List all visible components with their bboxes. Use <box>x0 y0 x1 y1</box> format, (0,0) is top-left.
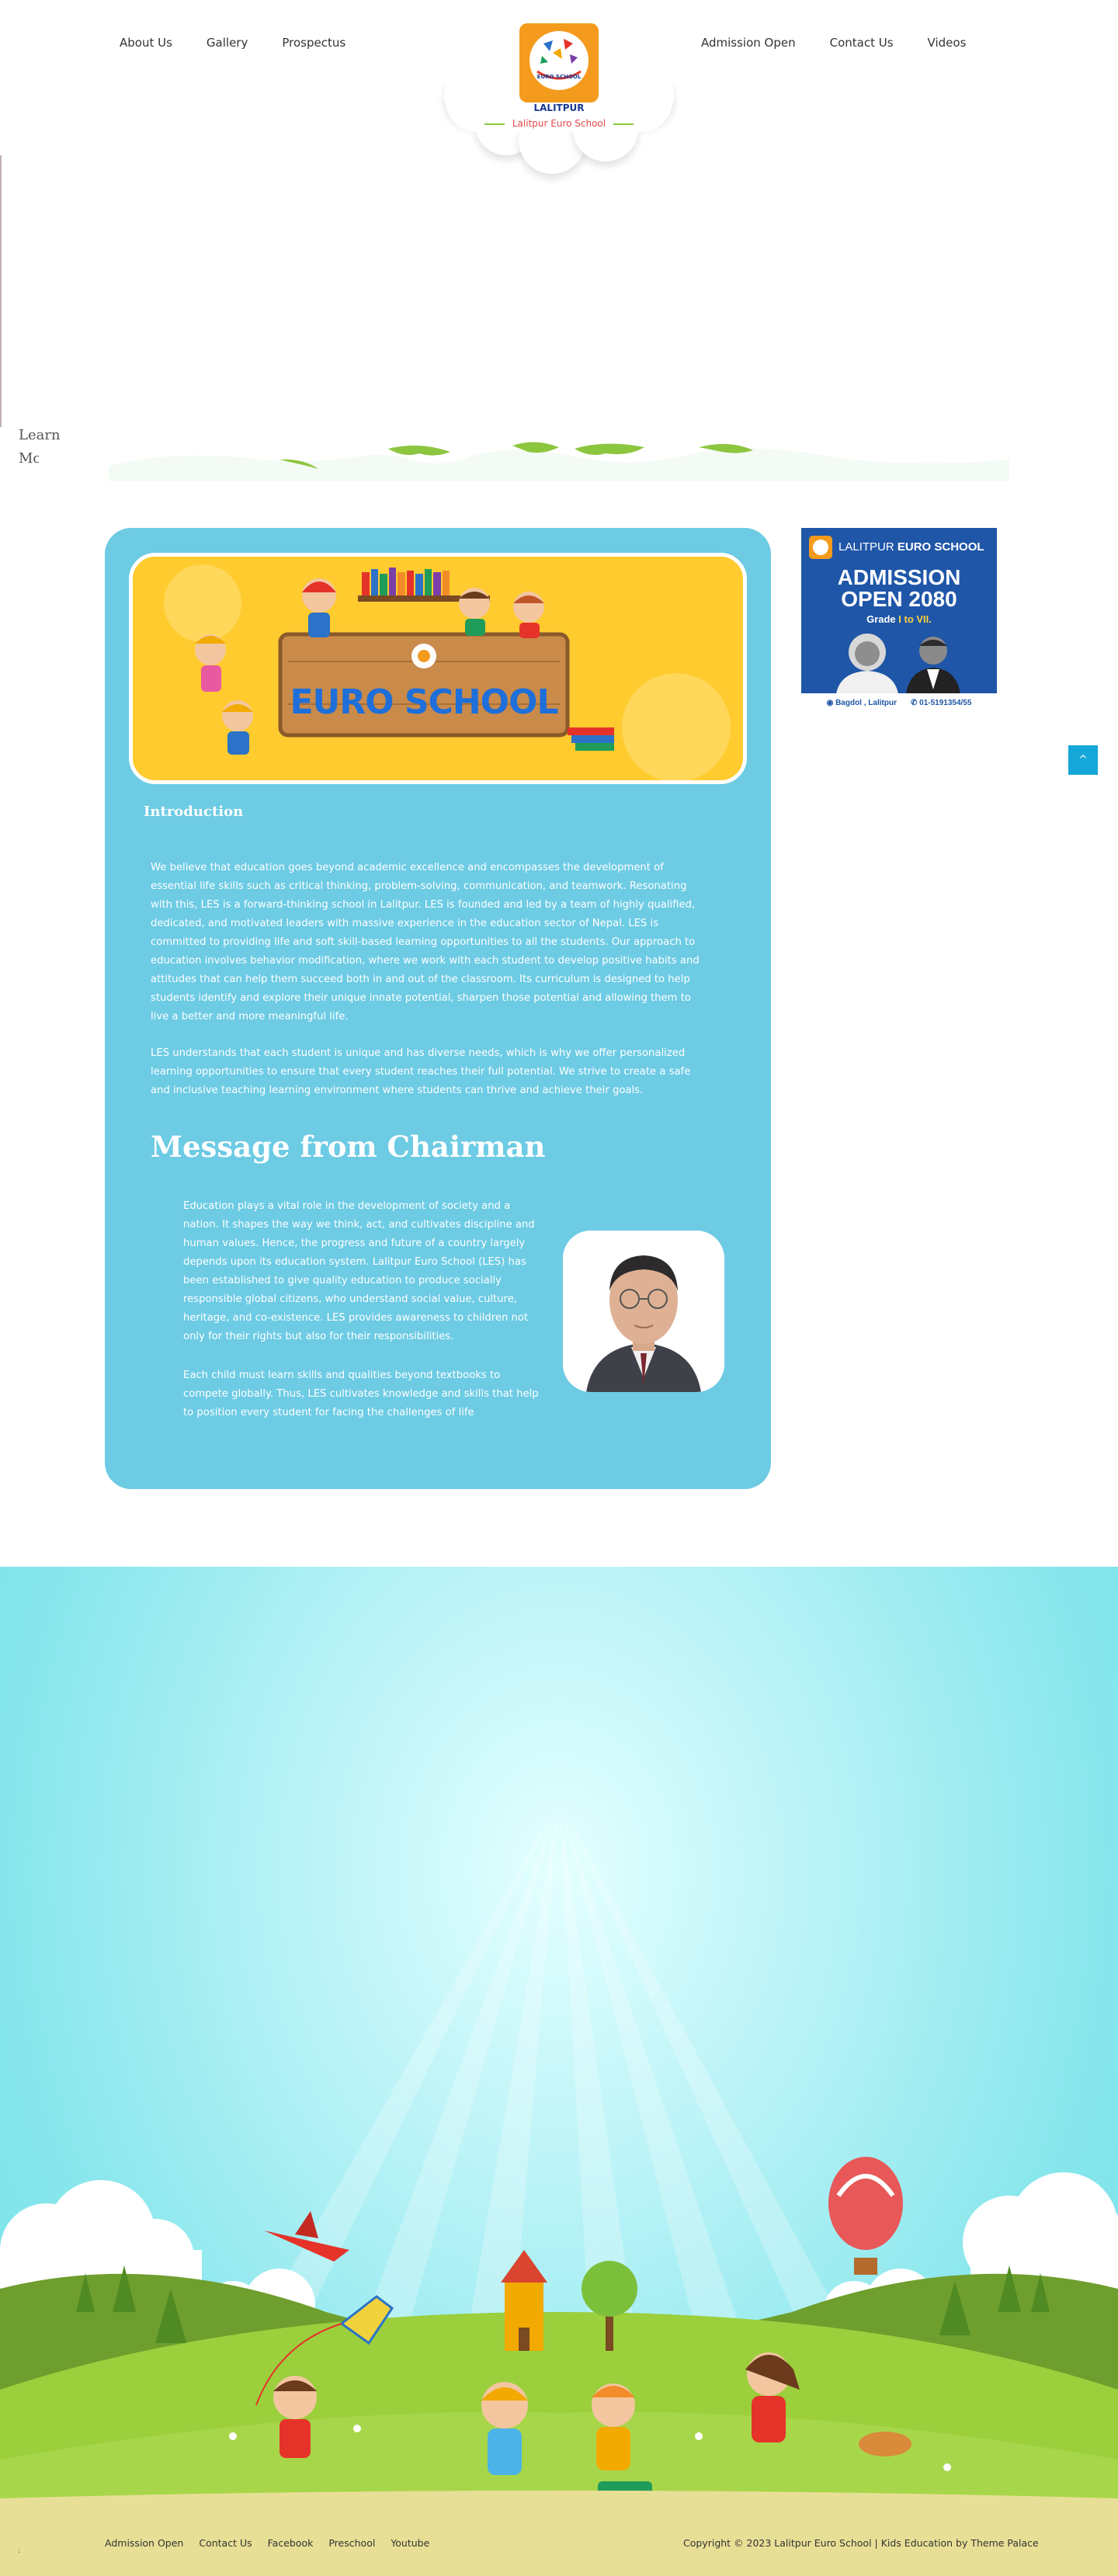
ad-grade-prefix: Grade <box>866 613 896 625</box>
ad-phone: ✆ 01-5191354/55 <box>911 699 971 707</box>
nav-gallery[interactable]: Gallery <box>207 36 248 50</box>
hero-slider-edge <box>0 155 2 427</box>
footer-link-facebook[interactable]: Facebook <box>268 2537 314 2549</box>
ad-title-line2: OPEN 2080 <box>841 587 957 611</box>
tagline-dash-right <box>613 123 634 125</box>
logo-emblem: EURO SCHOOL <box>529 31 589 90</box>
ad-students-photo <box>836 634 960 694</box>
nav-admission-open[interactable]: Admission Open <box>701 36 796 50</box>
ad-location-text: Bagdol , Lalitpur <box>835 698 897 707</box>
ad-contact-bar: ◉ Bagdol , Lalitpur ✆ 01-5191354/55 <box>801 693 997 712</box>
site-header: About Us Gallery Prospectus EURO SCHOOL <box>0 0 1118 186</box>
ad-title: ADMISSION OPEN 2080 <box>801 567 997 610</box>
logo-tagline: Lalitpur Euro School <box>435 118 683 129</box>
logo-badge-text: EURO SCHOOL <box>536 74 582 80</box>
nav-videos[interactable]: Videos <box>928 36 967 50</box>
location-pin-icon: ◉ <box>826 698 834 707</box>
footer-illustration <box>0 1567 1118 2576</box>
footer-link-preschool[interactable]: Preschool <box>328 2537 375 2549</box>
primary-nav-right: Admission Open Contact Us Videos <box>701 36 966 50</box>
logo-cloud: EURO SCHOOL LALITPUR Lalitpur Euro Schoo… <box>435 0 683 182</box>
euro-school-banner: EURO SCHOOL <box>129 553 747 784</box>
ad-grade: Grade I to VII. <box>801 613 997 625</box>
phone-icon: ✆ <box>910 698 918 707</box>
kids-playground-scene <box>0 1800 1118 2576</box>
admission-ad[interactable]: LALITPUR EURO SCHOOL ADMISSION OPEN 2080… <box>801 528 997 712</box>
ad-brand-bold: EURO SCHOOL <box>897 540 984 554</box>
school-logo[interactable]: EURO SCHOOL <box>519 23 599 102</box>
ad-logo-icon <box>809 536 832 559</box>
chairman-photo <box>563 1231 724 1392</box>
banner-illustration <box>133 557 743 780</box>
banner-title: EURO SCHOOL <box>290 682 558 722</box>
hero-caption-line2: Mo <box>19 450 39 467</box>
footer-link-admission-open[interactable]: Admission Open <box>105 2537 183 2549</box>
logo-shapes-icon <box>536 39 582 80</box>
tagline-dash-left <box>484 123 505 125</box>
logo-name: LALITPUR <box>533 102 585 113</box>
introduction-paragraph-2: LES understands that each student is uni… <box>151 1047 691 1096</box>
ad-brand-light: LALITPUR <box>838 540 894 554</box>
introduction-paragraph-1: We believe that education goes beyond ac… <box>151 862 700 1022</box>
about-card: EURO SCHOOL Introduction We believe that… <box>105 528 771 1489</box>
introduction-heading: Introduction <box>144 804 244 820</box>
footer-link-youtube[interactable]: Youtube <box>391 2537 429 2549</box>
chairman-paragraph-2: Each child must learn skills and qualiti… <box>183 1370 539 1418</box>
copyright-text: Copyright © 2023 Lalitpur Euro School | … <box>683 2537 1039 2549</box>
chairman-paragraph-1: Education plays a vital role in the deve… <box>183 1200 535 1342</box>
nav-about-us[interactable]: About Us <box>120 36 172 50</box>
copyright-statement: Copyright © 2023 Lalitpur Euro School | … <box>683 2537 968 2549</box>
chevron-up-icon: ^ <box>1078 754 1088 766</box>
nav-prospectus[interactable]: Prospectus <box>282 36 345 50</box>
ad-brand: LALITPUR EURO SCHOOL <box>838 540 984 554</box>
ad-grade-value: I to VII. <box>898 613 932 625</box>
hero-grass-divider <box>109 442 1009 481</box>
arrow-down-icon: ↓ <box>17 2546 21 2555</box>
scroll-to-top-button[interactable]: ^ <box>1068 745 1098 775</box>
logo-tagline-text: Lalitpur Euro School <box>512 118 606 129</box>
footer-nav: Admission Open Contact Us Facebook Presc… <box>105 2537 429 2549</box>
footer-link-contact-us[interactable]: Contact Us <box>199 2537 252 2549</box>
ad-phone-text: 01-5191354/55 <box>919 698 972 707</box>
chairman-portrait <box>563 1231 724 1392</box>
chairman-heading: Message from Chairman <box>151 1130 546 1164</box>
nav-contact-us[interactable]: Contact Us <box>830 36 894 50</box>
ad-title-line1: ADMISSION <box>837 565 961 589</box>
theme-palace-link[interactable]: Theme Palace <box>970 2537 1038 2549</box>
ad-location: ◉ Bagdol , Lalitpur <box>827 699 897 707</box>
primary-nav-left: About Us Gallery Prospectus <box>120 36 345 50</box>
hero-caption-line1: Learn <box>19 427 61 443</box>
